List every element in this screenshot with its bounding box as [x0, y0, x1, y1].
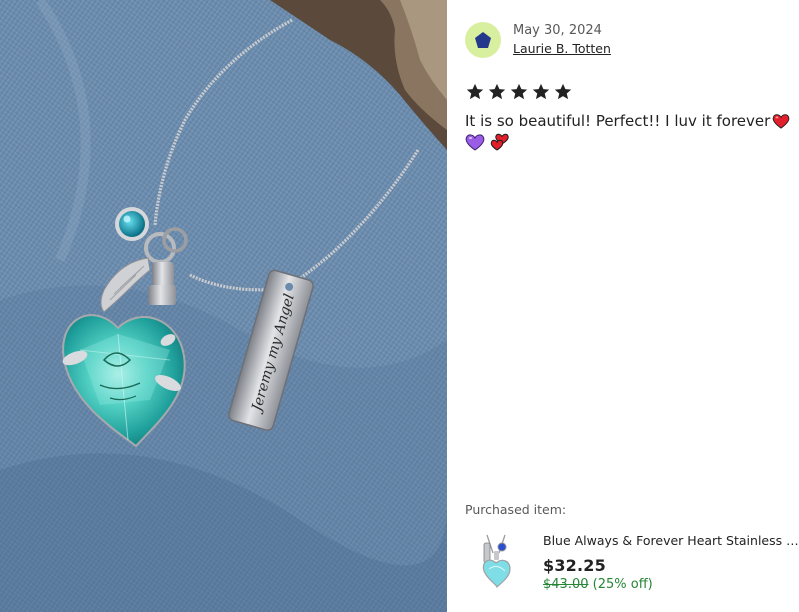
red-heart-emoji: [772, 113, 790, 129]
review-text-body: It is so beautiful! Perfect!! I luv it f…: [465, 112, 771, 130]
two-hearts-emoji: [489, 133, 511, 151]
product-title-link[interactable]: Blue Always & Forever Heart Stainless St…: [543, 533, 799, 548]
review-date: May 30, 2024: [513, 23, 602, 38]
star-icon: [488, 83, 506, 100]
reviewer-avatar[interactable]: [465, 22, 501, 58]
product-thumbnail[interactable]: [469, 533, 523, 591]
star-icon: [466, 83, 484, 100]
review-text: It is so beautiful! Perfect!! I luv it f…: [465, 109, 799, 133]
review-emoji-row: [465, 133, 511, 151]
purple-heart-emoji: [465, 133, 485, 151]
pentagon-icon: [475, 32, 491, 48]
product-price: $32.25: [543, 556, 606, 575]
discount-percent: (25% off): [592, 577, 653, 592]
star-icon: [554, 83, 572, 100]
original-price: $43.00: [543, 577, 589, 592]
star-rating: [465, 82, 573, 102]
review-photo[interactable]: Jeremy my Angel: [0, 0, 447, 612]
reviewer-name-link[interactable]: Laurie B. Totten: [513, 41, 611, 56]
purchased-item-label: Purchased item:: [465, 502, 567, 517]
price-discount-row: $43.00 (25% off): [543, 577, 653, 592]
star-icon: [510, 83, 528, 100]
review-modal: Jeremy my Angel May 30, 2024 Laurie B. T…: [0, 0, 799, 612]
star-icon: [532, 83, 550, 100]
review-panel: May 30, 2024 Laurie B. Totten It is so b…: [447, 0, 799, 612]
